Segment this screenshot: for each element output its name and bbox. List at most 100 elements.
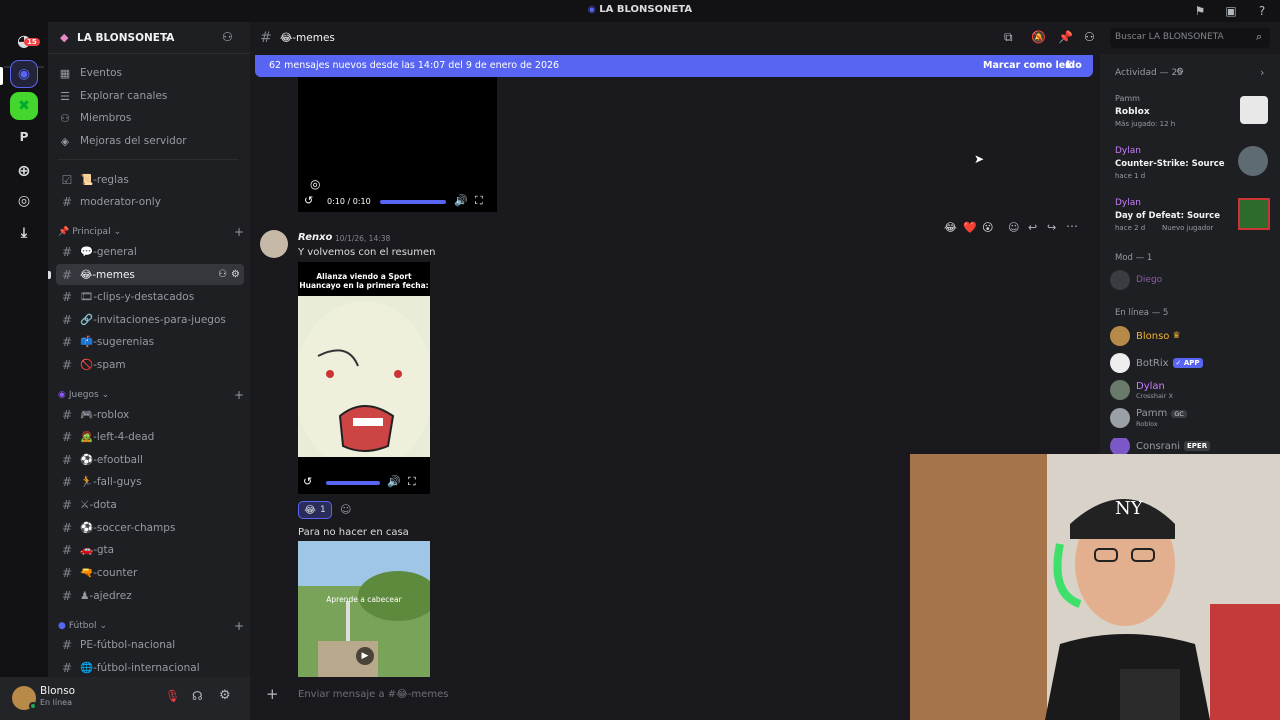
- flag-icon[interactable]: ⚑: [1193, 4, 1207, 18]
- add-reaction-icon[interactable]: ☺: [1008, 221, 1019, 234]
- member-row[interactable]: Diego: [1110, 267, 1275, 293]
- discover-button[interactable]: ◎: [10, 187, 38, 215]
- replay-icon[interactable]: ↺: [303, 475, 312, 488]
- inbox-icon[interactable]: ▣: [1224, 4, 1238, 18]
- pin-icon[interactable]: 📌: [1058, 30, 1073, 44]
- react-laugh-button[interactable]: 😂: [944, 221, 957, 234]
- invite-icon[interactable]: ⚇: [218, 269, 227, 280]
- mod-header: Mod — 1: [1115, 253, 1153, 263]
- activity-game: Day of Defeat: Source: [1115, 211, 1220, 221]
- member-row[interactable]: Pamm GC Roblox: [1110, 405, 1275, 431]
- nav-events[interactable]: ▦ Eventos: [58, 62, 238, 84]
- category-principal[interactable]: 📌 Principal ⌄ +: [58, 224, 244, 240]
- channel-clips[interactable]: # 🎞-clips-y-destacados: [56, 286, 244, 307]
- channel-efootball[interactable]: # ⚽-efootball: [56, 449, 244, 470]
- gear-icon[interactable]: ⚙: [1176, 67, 1184, 77]
- volume-icon[interactable]: 🔊: [454, 194, 468, 207]
- seek-bar[interactable]: [326, 481, 380, 485]
- search-input[interactable]: Buscar LA BLONSONETA ⌕: [1110, 28, 1270, 48]
- channel-general[interactable]: # 💬-general: [56, 241, 244, 262]
- chevron-right-icon[interactable]: ›: [1260, 66, 1264, 79]
- category-juegos[interactable]: ◉ Juegos ⌄ +: [58, 387, 244, 403]
- more-icon[interactable]: ⋯: [1066, 219, 1078, 233]
- channel-invitaciones[interactable]: # 🔗-invitaciones-para-juegos: [56, 309, 244, 330]
- channel-ajedrez[interactable]: # ♟-ajedrez: [56, 585, 244, 606]
- guild-tag-badge: EPER: [1184, 441, 1211, 451]
- video-player[interactable]: ◎ ↺ 0:10 / 0:10 🔊 ⛶: [298, 77, 497, 212]
- member-row[interactable]: Blonso ♛: [1110, 323, 1275, 349]
- channel-dota[interactable]: # ⚔-dota: [56, 494, 244, 515]
- video-caption: Aprende a cabecear: [326, 595, 402, 604]
- meme-video[interactable]: Alianza viendo a Sport Huancayo en la pr…: [294, 262, 434, 494]
- category-futbol[interactable]: ● Fútbol ⌄ +: [58, 618, 244, 634]
- notifications-muted-icon[interactable]: 🔕: [1031, 30, 1046, 44]
- channel-left-4-dead[interactable]: # 🧟-left-4-dead: [56, 426, 244, 447]
- member-row[interactable]: Dylan Crosshair X: [1110, 377, 1275, 403]
- react-heart-button[interactable]: ❤️: [963, 221, 977, 234]
- add-channel-icon[interactable]: +: [234, 388, 244, 402]
- user-name: Blonso: [40, 685, 76, 697]
- channel-counter[interactable]: # 🔫-counter: [56, 562, 244, 583]
- channel-futbol-internacional[interactable]: # 🌐-fútbol-internacional: [56, 657, 244, 678]
- activity-card[interactable]: Dylan Day of Defeat: Source hace 2 d Nue…: [1110, 194, 1270, 242]
- activity-card[interactable]: Dylan Counter-Strike: Source hace 1 d: [1110, 142, 1270, 190]
- nav-members[interactable]: ⚇ Miembros: [58, 107, 238, 129]
- attach-plus-icon[interactable]: +: [266, 685, 279, 703]
- channel-reglas[interactable]: ☑ 📜-reglas: [56, 169, 244, 190]
- fullscreen-icon[interactable]: ⛶: [408, 475, 416, 489]
- video-thumbnail[interactable]: Aprende a cabecear ▶: [298, 541, 430, 677]
- seek-bar[interactable]: [380, 200, 446, 204]
- user-status: En línea: [40, 698, 73, 707]
- channel-futbol-nacional[interactable]: # PE-fútbol-nacional: [56, 634, 244, 655]
- volume-icon[interactable]: 🔊: [387, 475, 401, 488]
- reaction-chip[interactable]: 😂 1: [298, 501, 332, 519]
- member-name: BotRix: [1136, 357, 1169, 369]
- server-green-button[interactable]: ✖: [10, 92, 38, 120]
- channel-spam[interactable]: # 🚫-spam: [56, 354, 244, 375]
- channel-sugerenias[interactable]: # 📫-sugerenias: [56, 331, 244, 352]
- reply-icon[interactable]: ↩: [1028, 221, 1037, 234]
- channel-roblox[interactable]: # 🎮-roblox: [56, 404, 244, 425]
- play-icon[interactable]: ▶: [356, 647, 374, 665]
- nav-server-boost[interactable]: ◈ Mejoras del servidor: [58, 130, 238, 152]
- mic-muted-icon[interactable]: 🎙: [165, 689, 180, 703]
- avatar[interactable]: [260, 230, 288, 258]
- settings-gear-icon[interactable]: ⚙: [219, 688, 231, 703]
- message-composer[interactable]: + Enviar mensaje a #😂-memes: [258, 682, 908, 708]
- add-channel-icon[interactable]: +: [234, 225, 244, 239]
- nav-browse-channels[interactable]: ☰ Explorar canales: [58, 85, 238, 107]
- add-channel-icon[interactable]: +: [234, 619, 244, 633]
- channel-memes[interactable]: # 😂-memes ⚇ ⚙: [56, 264, 244, 285]
- replay-icon[interactable]: ↺: [304, 194, 313, 207]
- react-wow-button[interactable]: 😮: [982, 221, 993, 234]
- hash-icon: #: [61, 637, 73, 652]
- activity-card[interactable]: Pamm Roblox Más jugado: 12 h: [1110, 90, 1270, 138]
- help-icon[interactable]: ?: [1255, 4, 1269, 18]
- gear-icon[interactable]: ⚙: [231, 269, 240, 280]
- add-member-icon[interactable]: ⚇: [222, 30, 233, 44]
- channel-gta[interactable]: # 🚗-gta: [56, 539, 244, 560]
- hash-icon: #: [61, 474, 73, 489]
- server-header[interactable]: ◆ LA BLONSONETA ⌄ ⚇: [48, 22, 250, 54]
- member-list-icon[interactable]: ⚇: [1084, 30, 1095, 44]
- server-mini-icon: ◉: [587, 5, 596, 15]
- server-p-button[interactable]: P: [10, 123, 38, 151]
- headphones-icon[interactable]: ☊: [192, 689, 203, 703]
- add-reaction-icon[interactable]: ☺: [340, 503, 351, 516]
- new-messages-banner[interactable]: 62 mensajes nuevos desde las 14:07 del 9…: [255, 55, 1093, 77]
- server-blonsoneta-button[interactable]: ◉: [10, 60, 38, 88]
- fullscreen-icon[interactable]: ⛶: [475, 194, 483, 208]
- meme-caption: Alianza viendo a Sport Huancayo en la pr…: [299, 272, 429, 290]
- channel-soccer-champs[interactable]: # ⚽-soccer-champs: [56, 517, 244, 538]
- add-server-button[interactable]: ⊕: [10, 156, 38, 184]
- member-row[interactable]: Consrani EPER: [1110, 438, 1275, 454]
- threads-icon[interactable]: ⧉: [1004, 30, 1013, 45]
- forward-icon[interactable]: ↪: [1047, 221, 1056, 234]
- channel-fall-guys[interactable]: # 🏃-fall-guys: [56, 471, 244, 492]
- download-button[interactable]: ⤓: [10, 219, 38, 247]
- unread-pill: [48, 271, 51, 279]
- member-row[interactable]: BotRix ✓ APP: [1110, 350, 1275, 376]
- message-author[interactable]: Renxo: [298, 232, 332, 243]
- channel-moderator-only[interactable]: # moderator-only: [56, 191, 244, 212]
- message-text: Y volvemos con el resumen: [298, 247, 436, 258]
